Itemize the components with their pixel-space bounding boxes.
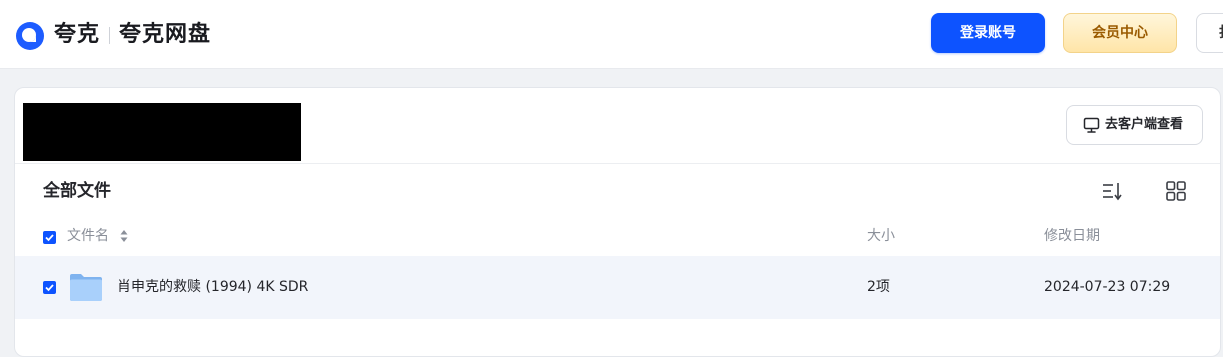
grid-view-icon[interactable] [1165,180,1187,202]
check-icon [45,284,54,292]
row-checkbox[interactable] [43,281,56,294]
panel-divider [15,163,1220,164]
section-title: 全部文件 [43,181,111,201]
table-row[interactable]: 肖申克的救赎 (1994) 4K SDR 2项 2024-07-23 07:29 [15,256,1220,319]
monitor-icon [1083,117,1100,133]
file-modified-date: 2024-07-23 07:29 [1044,279,1171,295]
open-in-client-label: 去客户端查看 [1105,117,1184,132]
column-header-name[interactable]: 文件名 [67,226,109,246]
quark-logo-icon[interactable] [14,20,46,52]
select-all-checkbox[interactable] [43,231,56,244]
sort-icon[interactable] [1100,180,1122,202]
open-in-client-button[interactable]: 去客户端查看 [1066,105,1203,145]
redacted-area [23,103,301,161]
top-bar: 夸克 夸克网盘 登录账号 会员中心 打 [0,0,1223,69]
file-panel: 去客户端查看 全部文件 文件名 大小 修改日期 肖申克的救赎 (1994) 4K… [14,87,1221,357]
partial-button[interactable]: 打 [1196,13,1223,53]
check-icon [45,234,54,242]
sort-arrows-icon[interactable] [120,230,128,242]
file-name[interactable]: 肖申克的救赎 (1994) 4K SDR [117,276,308,298]
brand-name[interactable]: 夸克 [54,19,100,51]
column-header-size[interactable]: 大小 [867,226,895,246]
product-name[interactable]: 夸克网盘 [119,19,211,51]
folder-icon [70,274,102,301]
file-size: 2项 [867,279,890,295]
vip-center-button[interactable]: 会员中心 [1063,13,1177,53]
logo-divider [109,27,110,44]
column-header-modified[interactable]: 修改日期 [1044,226,1100,246]
login-button[interactable]: 登录账号 [931,13,1045,53]
